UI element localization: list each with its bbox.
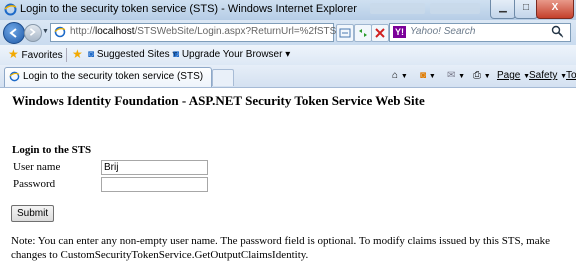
page-icon (54, 26, 66, 38)
address-toolbar: ▼ http://localhost/STSWebSite/Login.aspx… (0, 20, 576, 45)
forward-icon (29, 28, 36, 36)
username-field[interactable]: Brij (101, 160, 208, 175)
background-tab-ghost (430, 3, 480, 14)
address-field[interactable]: http://localhost/STSWebSite/Login.aspx?R… (50, 23, 359, 42)
close-button[interactable]: X (536, 0, 574, 19)
url-text: http://localhost/STSWebSite/Login.aspx?R… (70, 26, 346, 37)
page-title: Windows Identity Foundation - ASP.NET Se… (12, 93, 425, 108)
search-icon[interactable] (551, 25, 564, 39)
upgrade-browser-link[interactable]: ◙ Upgrade Your Browser ▾ (173, 49, 290, 60)
suggested-sites-link[interactable]: ◙ Suggested Sites ▾ (88, 49, 177, 60)
tab-bar: Login to the security token service (STS… (0, 65, 576, 88)
window-title: Login to the security token service (STS… (20, 3, 357, 15)
feeds-button[interactable]: ◙ ▼ (420, 70, 436, 81)
add-favorite-button[interactable]: ★ (72, 47, 83, 61)
form-title: Login to the STS (12, 144, 92, 156)
refresh-button[interactable] (354, 24, 372, 42)
search-field[interactable]: Y! Yahoo! Search (389, 23, 571, 42)
background-tab-ghost (370, 3, 425, 14)
back-button[interactable] (3, 22, 25, 44)
history-dropdown-icon[interactable]: ▼ (42, 28, 49, 35)
back-icon (9, 28, 17, 38)
compatibility-view-button[interactable] (336, 24, 354, 42)
ie-icon (9, 71, 20, 82)
rss-icon: ◙ (420, 70, 427, 81)
page-icon: ◙ (173, 49, 180, 60)
page-icon: ◙ (88, 49, 95, 60)
maximize-button[interactable]: □ (514, 0, 538, 19)
dropdown-icon: ▼ (400, 73, 408, 80)
home-button[interactable]: ⌂ ▼ (392, 70, 408, 81)
tab-label: Login to the security token service (STS… (23, 71, 204, 82)
search-placeholder: Yahoo! Search (410, 26, 476, 37)
safety-menu[interactable]: Safety ▼ (529, 70, 567, 81)
stop-icon (375, 28, 385, 38)
tab-active[interactable]: Login to the security token service (STS… (4, 67, 212, 87)
tools-menu[interactable]: Tools (566, 70, 576, 81)
yahoo-icon: Y! (393, 26, 406, 38)
read-mail-button[interactable]: ✉ ▼ (447, 70, 465, 81)
divider (66, 48, 67, 62)
title-bar: Login to the security token service (STS… (0, 0, 576, 21)
username-label: User name (13, 161, 61, 173)
minimize-button[interactable]: ▁ (490, 0, 516, 19)
favorites-button[interactable]: ★ Favorites (8, 47, 63, 61)
print-button[interactable]: ⎙ ▼ (473, 70, 491, 81)
mail-icon: ✉ (447, 70, 456, 81)
refresh-icon (359, 29, 367, 37)
add-favorite-icon: ★ (72, 47, 83, 61)
ie-icon (4, 3, 17, 16)
forward-button[interactable] (24, 24, 42, 42)
star-icon: ★ (8, 47, 19, 61)
page-menu[interactable]: Page ▼ (497, 70, 530, 81)
stop-button[interactable] (371, 24, 389, 42)
print-icon: ⎙ (473, 70, 481, 81)
password-label: Password (13, 178, 56, 190)
note-text: Note: You can enter any non-empty user n… (11, 235, 550, 261)
favorites-bar: ★ Favorites ★ ◙ Suggested Sites ▾ ◙ Upgr… (0, 45, 576, 66)
page-content: Windows Identity Foundation - ASP.NET Se… (0, 88, 576, 261)
compatibility-icon (339, 28, 351, 38)
new-tab-button[interactable] (212, 69, 234, 86)
submit-button[interactable]: Submit (11, 205, 55, 222)
home-icon: ⌂ (392, 70, 399, 81)
password-field[interactable] (101, 177, 208, 192)
